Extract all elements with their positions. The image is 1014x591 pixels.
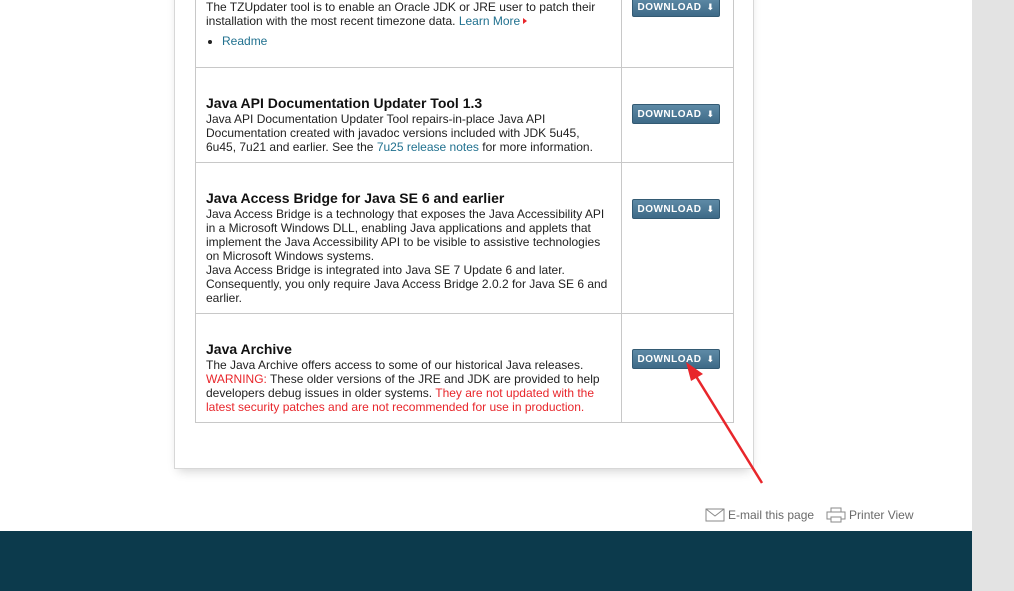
email-page-link[interactable]: E-mail this page bbox=[705, 508, 814, 522]
printer-view-label: Printer View bbox=[849, 508, 914, 522]
email-page-label: E-mail this page bbox=[728, 508, 815, 522]
envelope-icon bbox=[705, 508, 725, 522]
page-utilities: E-mail this page Printer View bbox=[705, 507, 926, 523]
footer-bar bbox=[0, 531, 972, 591]
printer-icon bbox=[826, 507, 846, 523]
printer-view-link[interactable]: Printer View bbox=[826, 507, 914, 523]
annotation-arrow-icon bbox=[686, 362, 764, 484]
